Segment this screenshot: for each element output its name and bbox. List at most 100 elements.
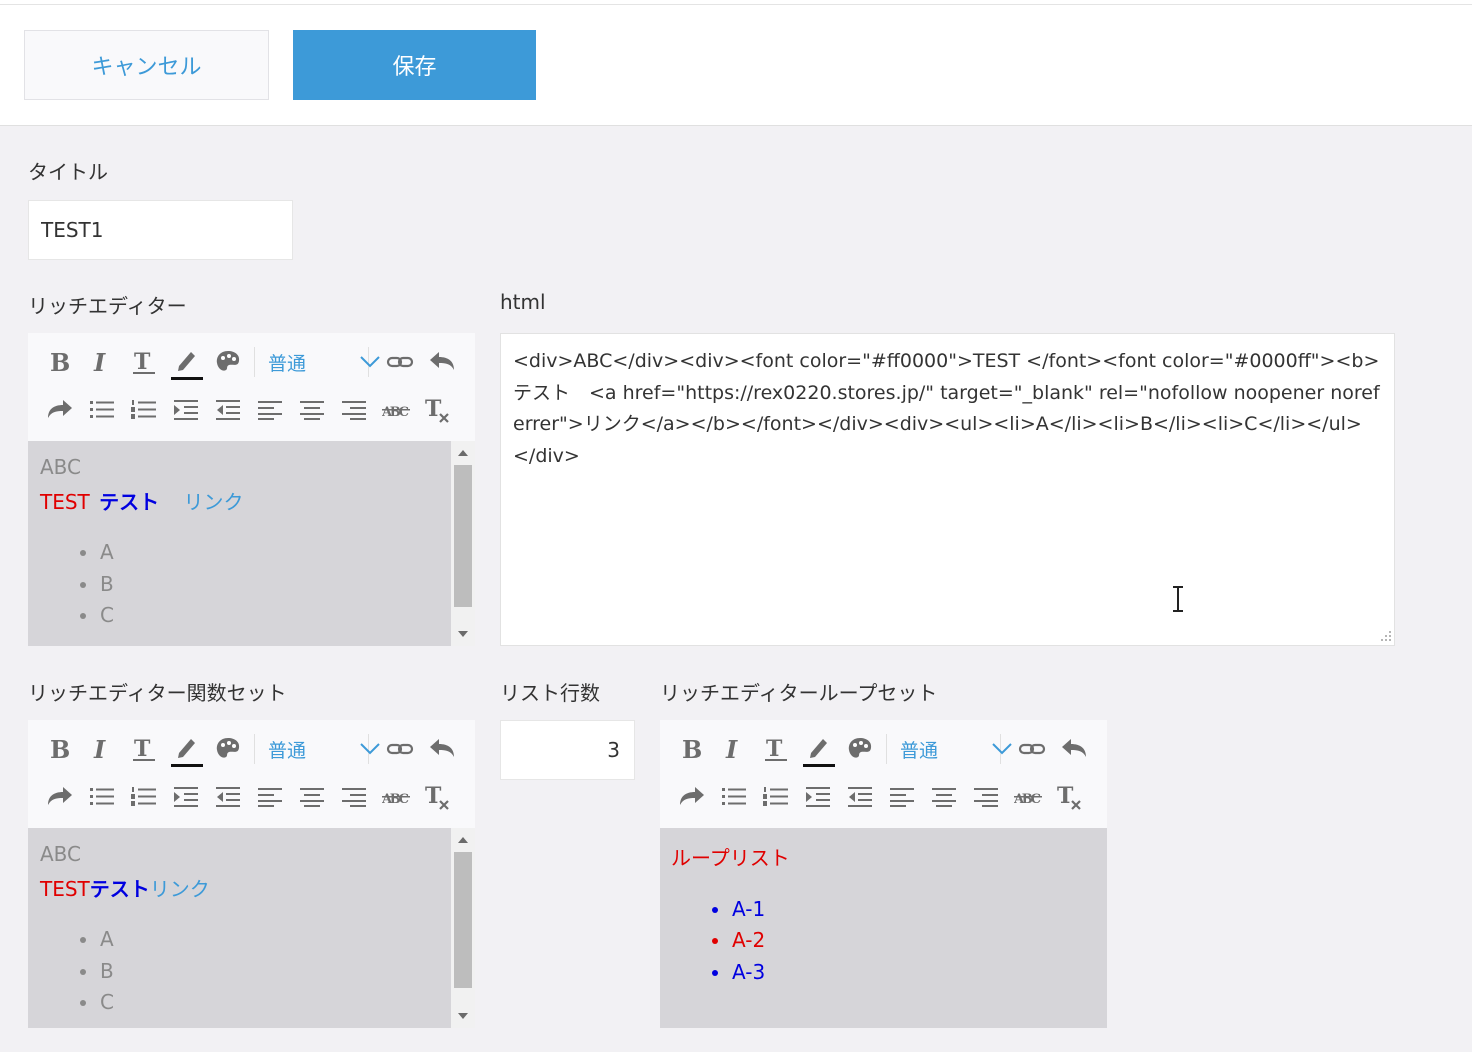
align-center-icon[interactable] (296, 394, 328, 426)
italic-icon[interactable]: I (718, 733, 750, 765)
red-text: TEST (40, 877, 90, 901)
scroll-down-icon[interactable] (451, 624, 475, 644)
font-color-icon[interactable] (170, 732, 204, 770)
clear-format-icon[interactable]: T (1054, 781, 1086, 813)
cancel-button[interactable]: キャンセル (24, 30, 269, 100)
resize-grip-icon[interactable] (1378, 629, 1392, 643)
format-dropdown[interactable]: 普通 (268, 733, 380, 765)
bulleted-list-icon[interactable] (86, 394, 118, 426)
align-center-icon[interactable] (296, 781, 328, 813)
svg-text:T: T (1057, 783, 1074, 809)
editor-content[interactable]: ABC TEST テスト リンク ABC (28, 441, 475, 646)
strikethrough-icon[interactable]: ABC (1012, 781, 1044, 813)
bold-icon[interactable]: B (44, 733, 76, 765)
chevron-down-icon (360, 353, 380, 372)
scroll-up-icon[interactable] (451, 830, 475, 850)
editor-content[interactable]: ABC TESTテストリンク A B C (28, 828, 475, 1028)
align-right-icon[interactable] (970, 781, 1002, 813)
svg-text:I: I (93, 736, 106, 762)
editor-scrollbar[interactable] (451, 828, 475, 1028)
editor-link[interactable]: リンク (150, 877, 210, 901)
html-label: html (500, 290, 546, 314)
align-left-icon[interactable] (254, 394, 286, 426)
undo-icon[interactable] (1058, 733, 1090, 765)
numbered-list-icon[interactable] (760, 781, 792, 813)
redo-icon[interactable] (44, 394, 76, 426)
format-dropdown[interactable]: 普通 (900, 733, 1012, 765)
scroll-down-icon[interactable] (451, 1006, 475, 1026)
bold-icon[interactable]: B (44, 346, 76, 378)
top-divider (0, 4, 1472, 5)
scroll-thumb[interactable] (454, 852, 472, 988)
text-size-icon[interactable]: T (760, 733, 792, 765)
scroll-up-icon[interactable] (451, 443, 475, 463)
numbered-list-icon[interactable] (128, 394, 160, 426)
editor-toolbar: B I T 普通 ABC T (28, 333, 475, 441)
svg-text:B: B (50, 736, 70, 762)
svg-text:I: I (725, 736, 738, 762)
align-left-icon[interactable] (254, 781, 286, 813)
undo-icon[interactable] (426, 733, 458, 765)
outdent-icon[interactable] (212, 781, 244, 813)
numbered-list-icon[interactable] (128, 781, 160, 813)
format-dropdown[interactable]: 普通 (268, 346, 380, 378)
editor-link[interactable]: リンク (183, 490, 243, 514)
loop-set-label: リッチエディターループセット (660, 681, 938, 705)
indent-icon[interactable] (802, 781, 834, 813)
html-textarea[interactable]: <div>ABC</div><div><font color="#ff0000"… (500, 333, 1395, 646)
editor-scrollbar[interactable] (451, 441, 475, 646)
red-text: TEST (40, 490, 90, 514)
palette-icon[interactable] (212, 346, 244, 378)
redo-icon[interactable] (676, 781, 708, 813)
list-item: C (80, 987, 114, 1017)
title-input[interactable] (28, 200, 293, 260)
list-rows-input[interactable] (500, 720, 635, 780)
font-color-icon[interactable] (802, 732, 836, 770)
editor-content[interactable]: ループリスト A-1 A-2 A-3 (660, 828, 1107, 1028)
bold-icon[interactable]: B (676, 733, 708, 765)
bulleted-list-icon[interactable] (718, 781, 750, 813)
bulleted-list-icon[interactable] (86, 781, 118, 813)
font-color-icon[interactable] (170, 345, 204, 383)
list-item: C (80, 600, 114, 630)
svg-text:I: I (93, 349, 106, 375)
editor-line-abc: ABC (40, 455, 82, 479)
clear-format-icon[interactable]: T (422, 394, 454, 426)
undo-icon[interactable] (426, 346, 458, 378)
outdent-icon[interactable] (212, 394, 244, 426)
align-center-icon[interactable] (928, 781, 960, 813)
blue-bold-text: テスト (89, 877, 150, 901)
list-rows-label: リスト行数 (500, 681, 600, 705)
svg-text:T: T (134, 349, 151, 375)
indent-icon[interactable] (170, 394, 202, 426)
chevron-down-icon (360, 740, 380, 759)
link-icon[interactable] (384, 733, 416, 765)
link-icon[interactable] (384, 346, 416, 378)
align-right-icon[interactable] (338, 781, 370, 813)
chevron-down-icon (992, 740, 1012, 759)
palette-icon[interactable] (844, 733, 876, 765)
header-bar: キャンセル 保存 (0, 0, 1472, 126)
loop-set-editor: B I T 普通 ABC T ループリスト A-1 A-2 A-3 (660, 720, 1107, 1028)
scroll-thumb[interactable] (454, 465, 472, 607)
function-set-editor: B I T 普通 ABC T ABC TESTテストリンク A B C (28, 720, 475, 1028)
redo-icon[interactable] (44, 781, 76, 813)
align-right-icon[interactable] (338, 394, 370, 426)
save-button[interactable]: 保存 (293, 30, 536, 100)
editor-line-abc: ABC (40, 842, 82, 866)
strikethrough-icon[interactable]: ABC (380, 781, 412, 813)
toolbar-separator (254, 347, 255, 377)
link-icon[interactable] (1016, 733, 1048, 765)
outdent-icon[interactable] (844, 781, 876, 813)
clear-format-icon[interactable]: T (422, 781, 454, 813)
strikethrough-icon[interactable]: ABC (380, 394, 412, 426)
italic-icon[interactable]: I (86, 346, 118, 378)
italic-icon[interactable]: I (86, 733, 118, 765)
list-item: B (80, 956, 114, 986)
align-left-icon[interactable] (886, 781, 918, 813)
text-size-icon[interactable]: T (128, 733, 160, 765)
toolbar-separator (254, 734, 255, 764)
palette-icon[interactable] (212, 733, 244, 765)
indent-icon[interactable] (170, 781, 202, 813)
text-size-icon[interactable]: T (128, 346, 160, 378)
